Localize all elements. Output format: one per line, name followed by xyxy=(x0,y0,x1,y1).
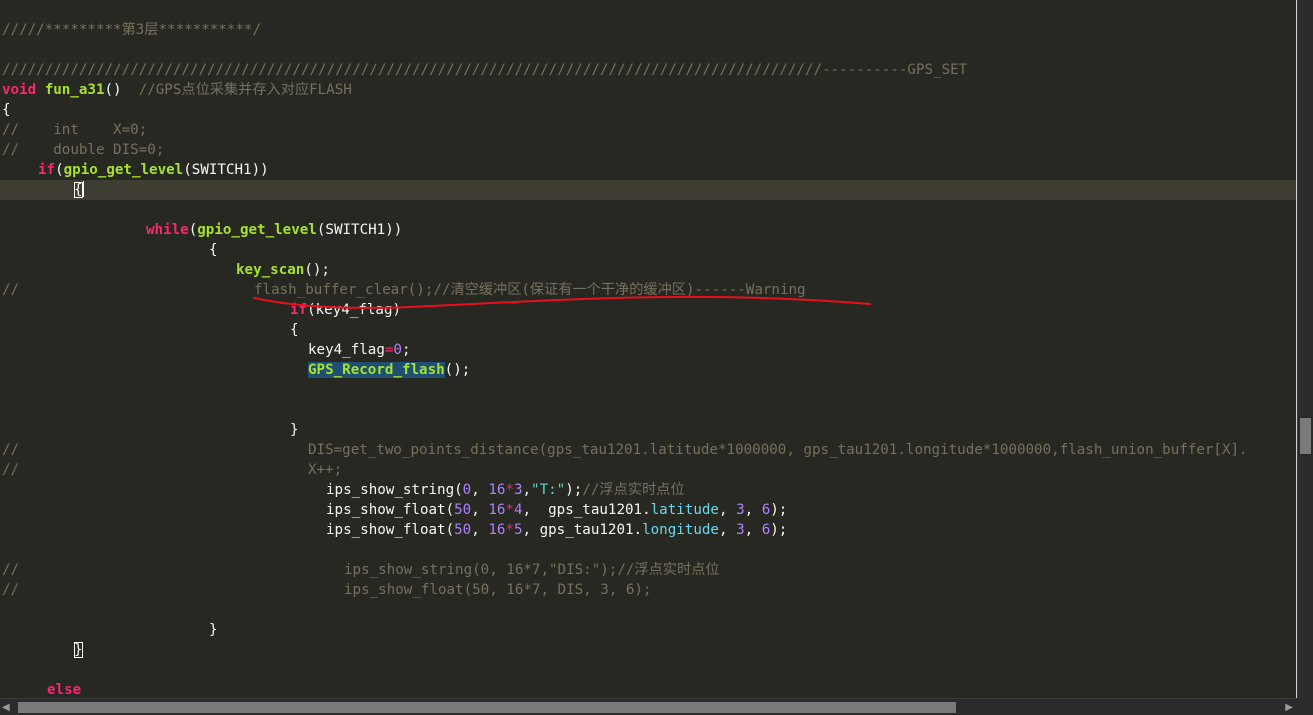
horizontal-scroll-thumb[interactable] xyxy=(18,702,956,713)
vertical-scrollbar[interactable] xyxy=(1297,0,1313,698)
scrollbar-corner xyxy=(1297,698,1313,715)
scroll-right-arrow-icon[interactable]: ▶ xyxy=(1285,702,1293,713)
code-editor[interactable]: /////*********第3层***********/ //////////… xyxy=(0,0,1297,698)
red-underline-annotation xyxy=(253,295,871,309)
vertical-scroll-thumb[interactable] xyxy=(1300,418,1311,454)
scroll-left-arrow-icon[interactable]: ◀ xyxy=(2,702,10,713)
horizontal-scrollbar[interactable]: ◀ ▶ xyxy=(0,698,1297,715)
